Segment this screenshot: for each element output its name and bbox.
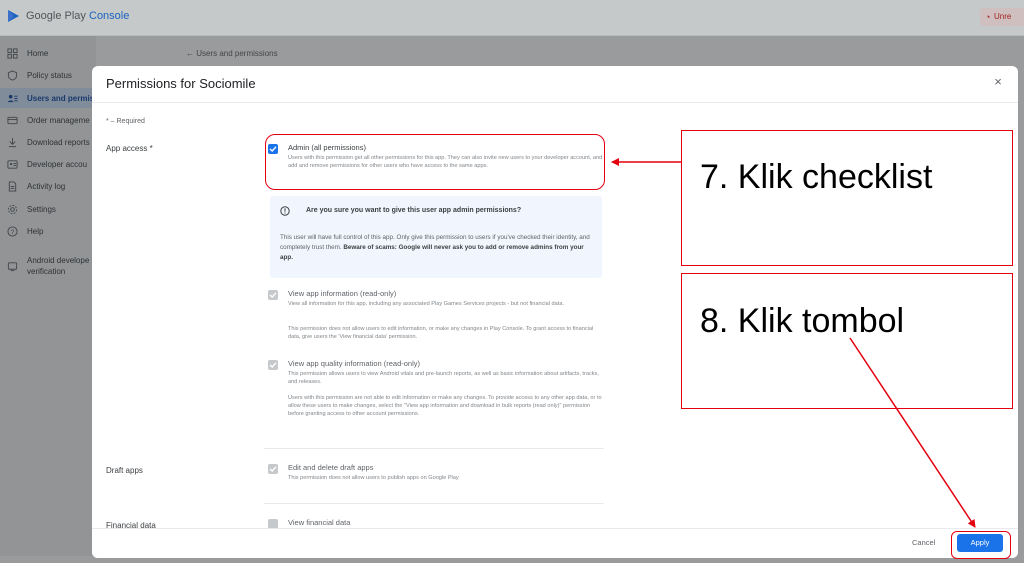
- title-divider: [92, 102, 1018, 103]
- warning-body: This user will have full control of this…: [280, 233, 596, 263]
- section-divider: [264, 503, 604, 504]
- edit-draft-apps-permission: Edit and delete draft apps This permissi…: [268, 463, 604, 486]
- view-app-quality-note: Users with this permission are not able …: [288, 395, 602, 417]
- step-7-label: 7. Klik checklist: [700, 158, 933, 196]
- step-8-callout: [681, 273, 1013, 409]
- view-financial-title: View financial data: [288, 518, 351, 527]
- check-icon: [269, 466, 277, 472]
- cancel-button[interactable]: Cancel: [912, 538, 935, 547]
- admin-warning: Are you sure you want to give this user …: [270, 196, 602, 278]
- draft-apps-label: Draft apps: [106, 466, 143, 475]
- check-icon: [269, 292, 277, 298]
- edit-draft-apps-desc: This permission does not allow users to …: [288, 475, 459, 481]
- app-access-label: App access *: [106, 144, 153, 153]
- view-app-quality-title: View app quality information (read-only): [288, 359, 421, 368]
- view-app-quality-checkbox[interactable]: [268, 360, 278, 370]
- check-icon: [269, 362, 277, 368]
- view-app-info-checkbox[interactable]: [268, 290, 278, 300]
- view-app-info-title: View app information (read-only): [288, 289, 397, 298]
- info-icon: [280, 206, 290, 216]
- step-8-label: 8. Klik tombol: [700, 302, 905, 340]
- section-divider: [264, 448, 604, 449]
- admin-highlight-box: [265, 134, 605, 190]
- view-app-quality-permission: View app quality information (read-only)…: [268, 359, 604, 436]
- dialog-title: Permissions for Sociomile: [106, 76, 256, 91]
- view-app-info-permission: View app information (read-only) View al…: [268, 289, 604, 350]
- view-app-info-note: This permission does not allow users to …: [288, 326, 594, 340]
- view-app-quality-desc: This permission allows users to view And…: [288, 371, 599, 385]
- warning-title: Are you sure you want to give this user …: [306, 207, 522, 214]
- edit-draft-apps-title: Edit and delete draft apps: [288, 463, 374, 472]
- view-app-info-desc: View all information for this app, inclu…: [288, 301, 564, 307]
- dialog-footer: Cancel Apply: [92, 528, 1018, 558]
- apply-highlight-box: [951, 531, 1011, 559]
- step-7-callout: [681, 130, 1013, 266]
- close-icon[interactable]: ×: [990, 74, 1006, 90]
- required-note: * – Required: [106, 118, 145, 125]
- edit-draft-apps-checkbox[interactable]: [268, 464, 278, 474]
- scrim-top: [0, 0, 1024, 36]
